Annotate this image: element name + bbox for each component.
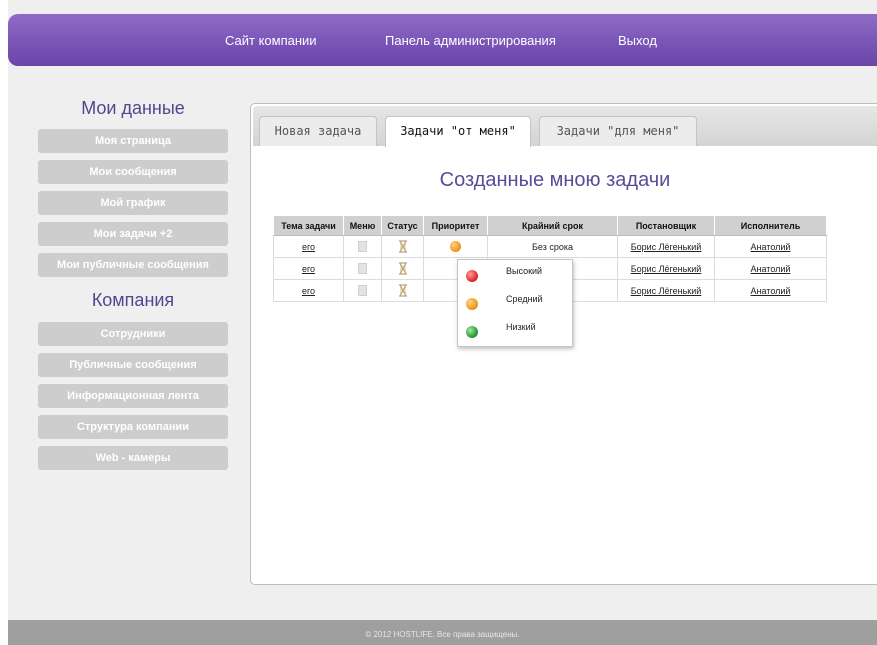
executor-link[interactable]: Анатолий <box>751 264 791 274</box>
column-header-executor: Исполнитель <box>714 215 827 236</box>
cell-menu <box>343 257 382 280</box>
sidebar-item-my-schedule[interactable]: Мой график <box>38 191 228 215</box>
column-header-deadline: Крайний срок <box>487 215 618 236</box>
cell-topic: его <box>273 257 344 280</box>
cell-assigner: Борис Лёгенький <box>617 257 715 280</box>
cell-executor: Анатолий <box>714 235 827 258</box>
priority-option-label: Низкий <box>506 322 536 332</box>
column-header-assigner: Постановщик <box>617 215 715 236</box>
cell-status <box>381 257 424 280</box>
document-icon[interactable] <box>358 241 367 253</box>
sidebar-item-public-messages[interactable]: Публичные сообщения <box>38 353 228 377</box>
column-header-status: Статус <box>381 215 424 236</box>
footer: © 2012 HOSTLIFE. Все права защищены. <box>8 620 877 645</box>
priority-option-low[interactable]: Низкий <box>464 320 570 344</box>
cell-priority <box>423 235 488 258</box>
task-topic-link[interactable]: его <box>302 264 315 274</box>
hourglass-icon[interactable] <box>398 240 408 253</box>
cell-menu <box>343 279 382 302</box>
page-title: Созданные мною задачи <box>439 169 671 191</box>
hourglass-icon[interactable] <box>398 284 408 297</box>
nav-link-logout[interactable]: Выход <box>618 33 657 48</box>
priority-dot-icon[interactable] <box>450 241 461 253</box>
sidebar-title-my-data: Мои данные <box>81 98 185 118</box>
tab-tasks-from-me[interactable]: Задачи "от меня" <box>385 116 531 147</box>
sidebar-item-my-page[interactable]: Моя страница <box>38 129 228 153</box>
sidebar-title-company: Компания <box>91 290 175 310</box>
task-topic-link[interactable]: его <box>302 286 315 296</box>
content-panel: Новая задача Задачи "от меня" Задачи "дл… <box>250 103 877 585</box>
column-header-priority: Приоритет <box>423 215 488 236</box>
task-topic-link[interactable]: его <box>302 242 315 252</box>
cell-topic: его <box>273 279 344 302</box>
cell-topic: его <box>273 235 344 258</box>
red-dot-icon <box>466 270 478 282</box>
cell-status <box>381 235 424 258</box>
cell-executor: Анатолий <box>714 257 827 280</box>
priority-option-medium[interactable]: Средний <box>464 292 570 316</box>
nav-link-admin-panel[interactable]: Панель администрирования <box>385 33 556 48</box>
nav-link-company-site[interactable]: Сайт компании <box>225 33 317 48</box>
sidebar-item-my-messages[interactable]: Мои сообщения <box>38 160 228 184</box>
sidebar-item-webcams[interactable]: Web - камеры <box>38 446 228 470</box>
cell-assigner: Борис Лёгенький <box>617 235 715 258</box>
sidebar-item-employees[interactable]: Сотрудники <box>38 322 228 346</box>
tab-bar: Новая задача Задачи "от меня" Задачи "дл… <box>253 106 877 147</box>
cell-status <box>381 279 424 302</box>
cell-deadline: Без срока <box>487 235 618 258</box>
priority-option-label: Высокий <box>506 266 543 276</box>
tab-tasks-for-me[interactable]: Задачи "для меня" <box>539 116 697 146</box>
orange-dot-icon <box>466 298 478 310</box>
sidebar-item-company-structure[interactable]: Структура компании <box>38 415 228 439</box>
assigner-link[interactable]: Борис Лёгенький <box>631 242 702 252</box>
cell-executor: Анатолий <box>714 279 827 302</box>
sidebar-item-my-tasks[interactable]: Мои задачи +2 <box>38 222 228 246</box>
green-dot-icon <box>466 326 478 338</box>
top-navigation: Сайт компании Панель администрирования В… <box>8 14 877 66</box>
document-icon[interactable] <box>358 263 367 275</box>
sidebar-item-my-public-messages[interactable]: Мои публичные сообщения <box>38 253 228 277</box>
column-header-menu: Меню <box>343 215 382 236</box>
sidebar-item-info-feed[interactable]: Информационная лента <box>38 384 228 408</box>
assigner-link[interactable]: Борис Лёгенький <box>631 286 702 296</box>
tab-new-task[interactable]: Новая задача <box>259 116 377 146</box>
executor-link[interactable]: Анатолий <box>751 242 791 252</box>
priority-option-label: Средний <box>506 294 543 304</box>
table-header-row: Тема задачи Меню Статус Приоритет Крайни… <box>273 215 827 236</box>
column-header-topic: Тема задачи <box>273 215 344 236</box>
cell-assigner: Борис Лёгенький <box>617 279 715 302</box>
executor-link[interactable]: Анатолий <box>751 286 791 296</box>
priority-popup: Высокий Средний Низкий <box>457 259 573 347</box>
assigner-link[interactable]: Борис Лёгенький <box>631 264 702 274</box>
table-row: его Без срока Борис Лёгенький Анатолий <box>273 235 827 258</box>
priority-option-high[interactable]: Высокий <box>464 264 570 288</box>
hourglass-icon[interactable] <box>398 262 408 275</box>
document-icon[interactable] <box>358 285 367 297</box>
page: Сайт компании Панель администрирования В… <box>0 0 877 645</box>
cell-menu <box>343 235 382 258</box>
